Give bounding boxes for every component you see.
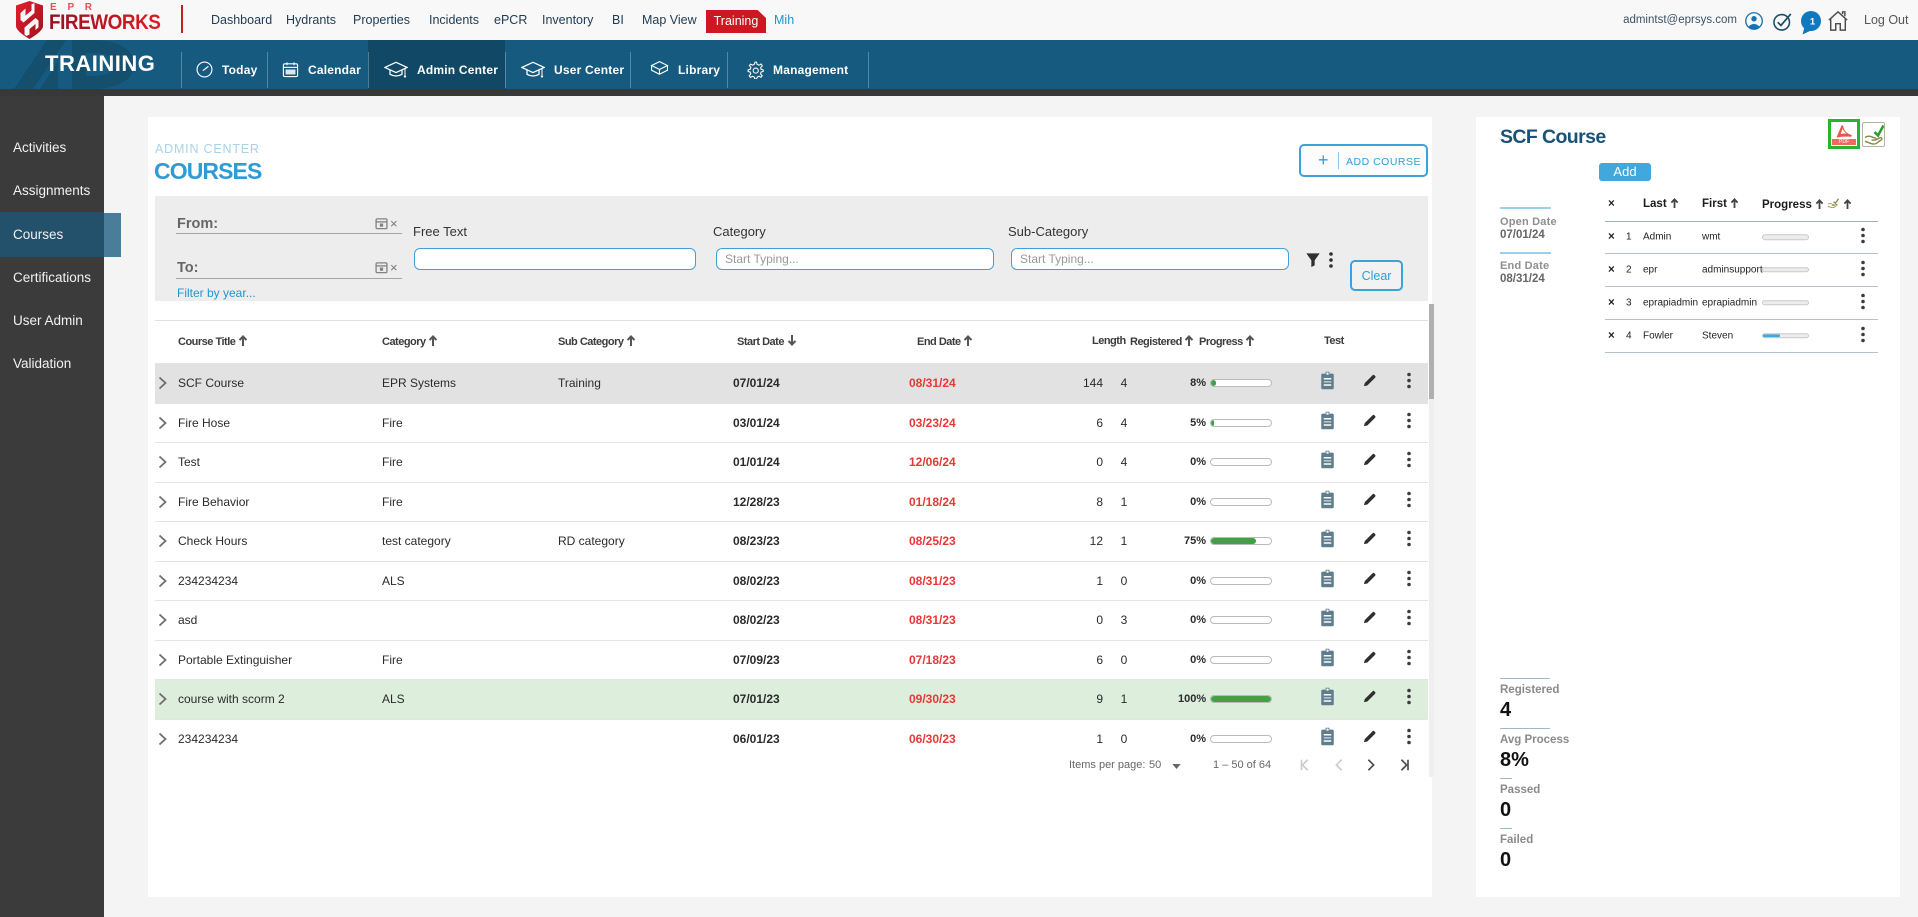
svg-text:1: 1 <box>1810 17 1816 28</box>
